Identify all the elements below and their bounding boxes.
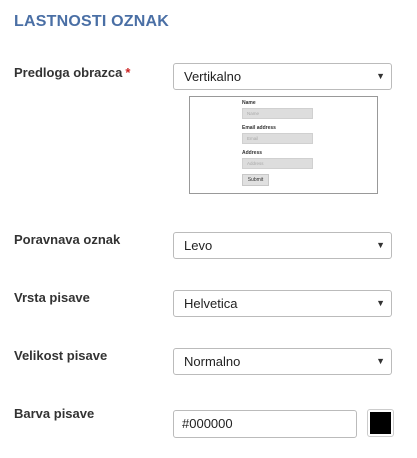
chevron-down-icon: ▼ xyxy=(376,356,385,366)
preview-email-label: Email address xyxy=(242,125,276,131)
font-color-swatch-fill xyxy=(370,412,391,434)
preview-address-input: Address xyxy=(242,158,313,169)
font-size-label: Velikost pisave xyxy=(14,348,108,363)
preview-name-input: Name xyxy=(242,108,313,119)
font-family-select[interactable]: Helvetica ▼ xyxy=(173,290,392,317)
font-color-swatch[interactable] xyxy=(367,409,394,437)
font-color-input[interactable]: #000000 xyxy=(173,410,357,438)
font-size-select[interactable]: Normalno ▼ xyxy=(173,348,392,375)
font-family-label: Vrsta pisave xyxy=(14,290,90,305)
preview-address-label: Address xyxy=(242,150,263,156)
section-title: LASTNOSTI OZNAK xyxy=(14,13,169,30)
chevron-down-icon: ▼ xyxy=(376,71,385,81)
preview-submit-button: Submit xyxy=(242,174,269,186)
form-template-preview: Name Name Email address Email Address Ad… xyxy=(189,96,378,194)
chevron-down-icon: ▼ xyxy=(376,298,385,308)
alignment-select[interactable]: Levo ▼ xyxy=(173,232,392,259)
template-select-value: Vertikalno xyxy=(184,69,242,84)
alignment-label: Poravnava oznak xyxy=(14,232,121,247)
preview-name-label: Name xyxy=(242,100,256,106)
font-color-label: Barva pisave xyxy=(14,406,95,421)
template-label-text: Predloga obrazca xyxy=(14,65,123,80)
alignment-select-value: Levo xyxy=(184,238,213,253)
template-label: Predloga obrazca * xyxy=(14,65,130,80)
required-mark: * xyxy=(125,65,131,80)
template-select[interactable]: Vertikalno ▼ xyxy=(173,63,392,90)
font-family-select-value: Helvetica xyxy=(184,296,238,311)
font-size-select-value: Normalno xyxy=(184,354,241,369)
chevron-down-icon: ▼ xyxy=(376,240,385,250)
preview-email-input: Email xyxy=(242,133,313,144)
